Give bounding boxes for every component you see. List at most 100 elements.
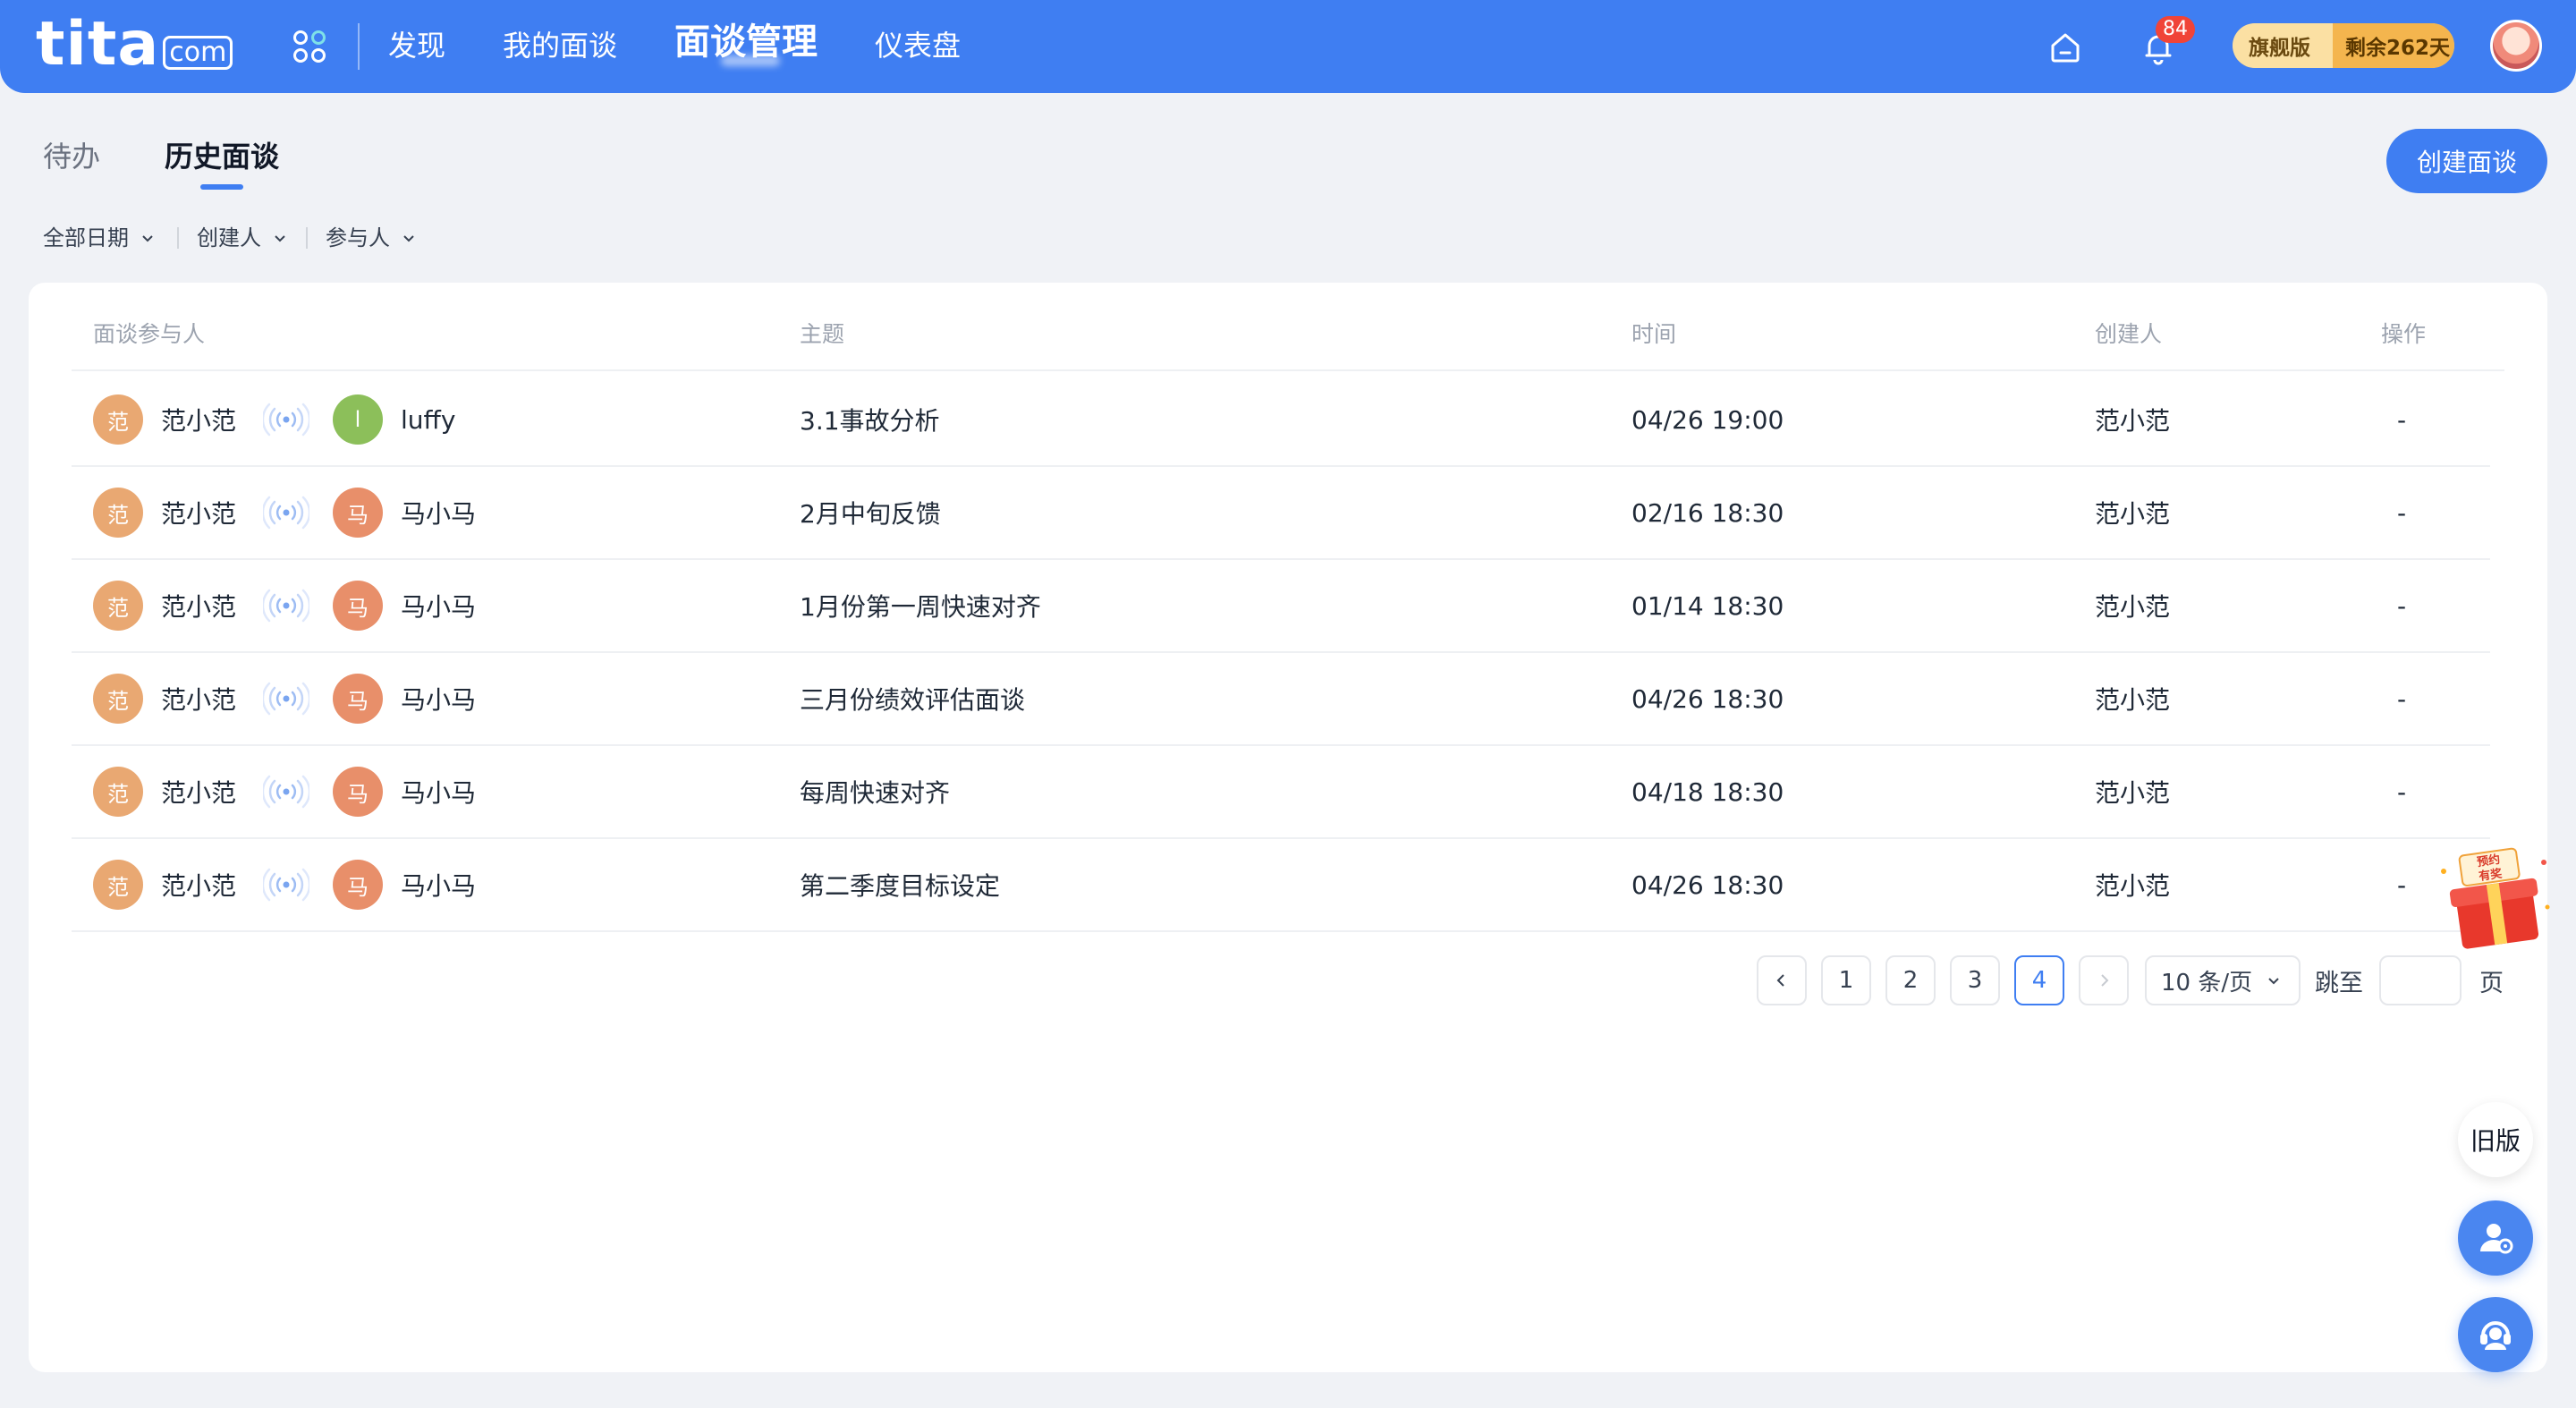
nav-discover[interactable]: 发现 <box>388 23 445 68</box>
interview-time: 04/26 18:30 <box>1631 869 1784 900</box>
filter-date-label: 全部日期 <box>43 225 129 250</box>
participant-1: 范范小范 <box>93 560 236 651</box>
participant-2: 马马小马 <box>333 653 476 744</box>
interview-time: 01/14 18:30 <box>1631 590 1784 621</box>
participant-name: 范小范 <box>161 406 237 436</box>
avatar: 马 <box>333 581 383 631</box>
table-row[interactable]: 范范小范马马小马 第二季度目标设定 04/26 18:30 范小范 - <box>72 839 2490 932</box>
tita-logo[interactable]: tita com <box>36 13 233 77</box>
row-action: - <box>2397 590 2407 621</box>
participant-name: 范小范 <box>161 778 237 808</box>
chevron-down-icon <box>275 235 285 242</box>
avatar: l <box>333 394 383 445</box>
headset-icon <box>2480 1321 2511 1350</box>
interview-topic[interactable]: 三月份绩效评估面谈 <box>800 653 1025 744</box>
table-header-divider <box>72 369 2504 371</box>
table-row[interactable]: 范范小范马马小马 三月份绩效评估面谈 04/26 18:30 范小范 - <box>72 653 2490 746</box>
nav-dashboard[interactable]: 仪表盘 <box>875 23 961 68</box>
column-header-participants: 面谈参与人 <box>93 321 206 347</box>
page-button-1[interactable]: 1 <box>1821 955 1871 1005</box>
prev-page-button[interactable] <box>1757 955 1807 1005</box>
nav-divider <box>358 23 360 70</box>
chevron-down-icon <box>403 235 414 242</box>
participant-name: 马小马 <box>401 871 477 901</box>
interview-topic[interactable]: 2月中旬反馈 <box>800 467 941 558</box>
filter-divider <box>306 227 308 249</box>
interview-topic[interactable]: 1月份第一周快速对齐 <box>800 560 1041 651</box>
nav-my-interviews[interactable]: 我的面谈 <box>503 23 617 68</box>
participant-1: 范范小范 <box>93 746 236 837</box>
interview-time: 04/18 18:30 <box>1631 776 1784 807</box>
connection-signal-icon <box>263 589 309 623</box>
interview-creator: 范小范 <box>2095 499 2171 529</box>
customer-service-float-button[interactable] <box>2458 1297 2533 1372</box>
home-icon[interactable] <box>2046 29 2084 66</box>
page-button-4[interactable]: 4 <box>2014 955 2064 1005</box>
next-page-button[interactable] <box>2079 955 2129 1005</box>
apps-grid-icon[interactable] <box>292 29 327 64</box>
participant-name: 范小范 <box>161 592 237 622</box>
participant-2: 马马小马 <box>333 839 476 930</box>
table-row[interactable]: 范范小范马马小马 1月份第一周快速对齐 01/14 18:30 范小范 - <box>72 560 2490 653</box>
table-row[interactable]: 范范小范马马小马 2月中旬反馈 02/16 18:30 范小范 - <box>72 467 2490 560</box>
column-header-topic: 主题 <box>800 321 845 347</box>
page-button-3[interactable]: 3 <box>1950 955 2000 1005</box>
page-button-2[interactable]: 2 <box>1885 955 1936 1005</box>
page-size-select[interactable]: 10 条/页 <box>2145 955 2301 1005</box>
edition-remaining: 剩余262天 <box>2333 23 2454 68</box>
connection-signal-icon <box>263 682 309 716</box>
filter-creator-label: 创建人 <box>197 225 261 250</box>
participant-1: 范范小范 <box>93 374 236 465</box>
filter-date[interactable]: 全部日期 <box>43 222 156 254</box>
interview-time: 04/26 18:30 <box>1631 683 1784 714</box>
edition-badge[interactable]: 旗舰版 剩余262天 <box>2233 23 2454 68</box>
user-avatar[interactable] <box>2490 20 2542 72</box>
row-action: - <box>2397 683 2407 714</box>
participant-name: 马小马 <box>401 499 477 529</box>
top-navigation-bar: tita com 发现 我的面谈 面谈管理 仪表盘 84 旗舰版 剩余262天 <box>0 0 2576 93</box>
filter-participant[interactable]: 参与人 <box>326 222 417 254</box>
filter-divider <box>177 227 179 249</box>
participant-name: luffy <box>401 404 456 435</box>
avatar: 马 <box>333 860 383 910</box>
chevron-down-icon <box>2268 978 2279 985</box>
participant-name: 马小马 <box>401 778 477 808</box>
connection-indicator <box>263 839 309 930</box>
interview-topic[interactable]: 每周快速对齐 <box>800 746 950 837</box>
chevron-left-icon <box>1776 974 1784 987</box>
table-row[interactable]: 范范小范 l luffy 3.1事故分析 04/26 19:00 范小范 - <box>72 374 2490 467</box>
connection-indicator <box>263 560 309 651</box>
table-row[interactable]: 范范小范马马小马 每周快速对齐 04/18 18:30 范小范 - <box>72 746 2490 839</box>
interview-topic[interactable]: 3.1事故分析 <box>800 374 940 465</box>
tab-todo[interactable]: 待办 <box>43 134 100 179</box>
participant-name: 马小马 <box>401 685 477 715</box>
jump-page-input[interactable] <box>2379 955 2462 1005</box>
column-header-time: 时间 <box>1631 321 1677 347</box>
participant-1: 范范小范 <box>93 467 236 558</box>
connection-indicator <box>263 467 309 558</box>
interview-creator: 范小范 <box>2095 592 2171 622</box>
avatar: 范 <box>93 860 143 910</box>
tab-history[interactable]: 历史面谈 <box>165 134 279 179</box>
filter-creator[interactable]: 创建人 <box>197 222 288 254</box>
row-action: - <box>2397 497 2407 528</box>
avatar: 范 <box>93 394 143 445</box>
chevron-down-icon <box>142 235 153 242</box>
avatar: 范 <box>93 488 143 538</box>
chevron-right-icon <box>2101 974 2109 987</box>
participant-2: l luffy <box>333 374 455 465</box>
active-tab-indicator <box>200 184 243 190</box>
participant-name: 范小范 <box>161 685 237 715</box>
participant-2: 马马小马 <box>333 467 476 558</box>
create-interview-button[interactable]: 创建面谈 <box>2386 129 2547 193</box>
avatar: 马 <box>333 674 383 724</box>
old-version-button[interactable]: 旧版 <box>2458 1102 2533 1177</box>
row-action: - <box>2397 404 2407 435</box>
interview-topic[interactable]: 第二季度目标设定 <box>800 839 1000 930</box>
gift-promo-icon[interactable]: 预约 有奖 <box>2433 844 2555 952</box>
active-nav-indicator <box>721 55 780 66</box>
row-action: - <box>2397 869 2407 900</box>
participant-name: 范小范 <box>161 871 237 901</box>
user-settings-float-button[interactable] <box>2458 1200 2533 1276</box>
page-suffix: 页 <box>2479 969 2504 997</box>
